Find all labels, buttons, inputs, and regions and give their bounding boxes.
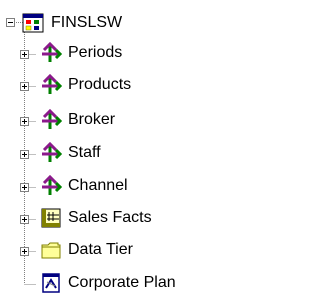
collapse-toggle[interactable] — [6, 18, 15, 27]
expand-toggle[interactable] — [20, 117, 29, 126]
tree-node-label: Channel — [68, 177, 128, 194]
expand-toggle[interactable] — [20, 247, 29, 256]
dimension-arrows-icon — [42, 175, 62, 195]
expand-toggle[interactable] — [20, 82, 29, 91]
cube-database-icon — [22, 13, 44, 33]
dimension-arrows-icon — [42, 42, 62, 62]
document-icon — [42, 273, 60, 293]
tree-view: FINSLSW Periods Products Broker Staff Ch… — [0, 0, 277, 300]
tree-node-channel[interactable]: Channel — [0, 170, 277, 204]
fact-table-icon — [41, 208, 61, 228]
folder-icon — [41, 242, 61, 259]
dimension-arrows-icon — [42, 74, 62, 94]
tree-node-broker[interactable]: Broker — [0, 104, 277, 138]
tree-node-label: Periods — [68, 44, 123, 61]
tree-node-label: Data Tier — [68, 241, 133, 258]
tree-node-corporate-plan[interactable]: Corporate Plan — [0, 267, 277, 301]
tree-node-label: Broker — [68, 111, 116, 128]
tree-node-data-tier[interactable]: Data Tier — [0, 234, 277, 268]
tree-node-products[interactable]: Products — [0, 69, 277, 103]
tree-node-label: Sales Facts — [68, 209, 152, 226]
tree-node-label: Products — [68, 76, 132, 93]
dimension-arrows-icon — [42, 142, 62, 162]
tree-node-label: Staff — [68, 144, 101, 161]
tree-node-sales-facts[interactable]: Sales Facts — [0, 202, 277, 236]
expand-toggle[interactable] — [20, 215, 29, 224]
tree-node-label: FINSLSW — [51, 14, 123, 31]
expand-toggle[interactable] — [20, 50, 29, 59]
dimension-arrows-icon — [42, 109, 62, 129]
tree-node-staff[interactable]: Staff — [0, 137, 277, 171]
expand-toggle[interactable] — [20, 150, 29, 159]
expand-toggle[interactable] — [20, 183, 29, 192]
tree-node-periods[interactable]: Periods — [0, 37, 277, 71]
tree-node-label: Corporate Plan — [68, 274, 176, 291]
